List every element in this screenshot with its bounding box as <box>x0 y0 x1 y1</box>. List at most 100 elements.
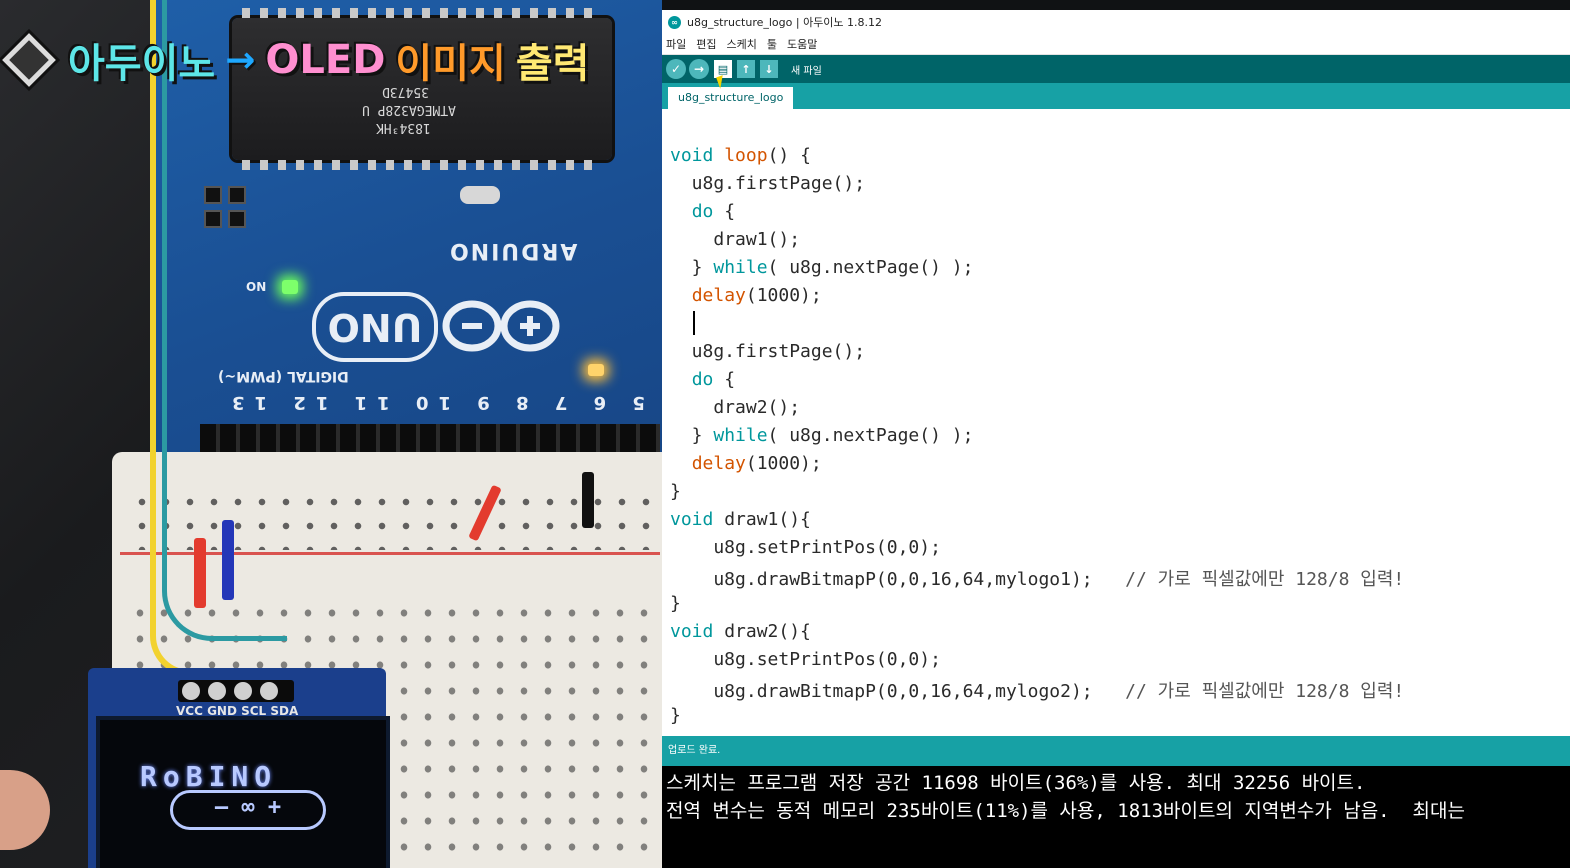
status-bar: 업로드 완료. <box>662 736 1570 766</box>
menu-tools[interactable]: 툴 <box>767 36 777 52</box>
arduino-ide-window: ∞ u8g_structure_logo | 아두이노 1.8.12 파일 편집… <box>662 10 1570 868</box>
crystal <box>460 186 500 204</box>
menu-help[interactable]: 도움말 <box>787 36 817 52</box>
save-icon: ↓ <box>764 62 774 76</box>
code-line[interactable]: u8g.firstPage(); <box>670 341 865 369</box>
code-token: loop <box>724 145 768 166</box>
code-token: u8g.firstPage(); <box>670 341 866 362</box>
code-token: draw1(){ <box>724 509 811 530</box>
yellow-wire <box>150 0 196 676</box>
title-bar: ∞ u8g_structure_logo | 아두이노 1.8.12 <box>662 10 1570 34</box>
code-line[interactable]: do { <box>670 369 735 397</box>
chip-label-2: ATMEGA328P U <box>362 102 456 117</box>
code-token: void <box>670 145 714 166</box>
code-token: } <box>670 593 681 614</box>
code-token: u8g.setPrintPos(0,0); <box>670 537 941 558</box>
menu-sketch[interactable]: 스케치 <box>727 36 757 52</box>
code-line[interactable]: draw2(); <box>670 397 800 425</box>
code-token: // 가로 픽셀값에만 128/8 입력! <box>1092 681 1405 702</box>
title-output: 출력 <box>515 41 590 87</box>
code-token: ( u8g.nextPage() ); <box>767 257 974 278</box>
code-token: { <box>713 369 736 390</box>
uno-logo: UNO <box>312 292 438 362</box>
black-wire <box>582 472 594 528</box>
code-line[interactable]: u8g.setPrintPos(0,0); <box>670 649 941 677</box>
code-token: u8g.drawBitmapP(0,0,16,64,mylogo1); <box>670 569 1093 590</box>
menu-edit[interactable]: 편집 <box>696 36 716 52</box>
code-editor[interactable]: void loop() { u8g.firstPage(); do { draw… <box>662 110 1570 736</box>
code-token: u8g.firstPage(); <box>670 173 866 194</box>
menu-bar: 파일 편집 스케치 툴 도움말 <box>662 34 1570 55</box>
code-token: while <box>713 425 768 446</box>
arduino-app-icon: ∞ <box>668 15 681 29</box>
console-line: 스케치는 프로그램 저장 공간 11698 바이트(36%)를 사용. 최대 3… <box>666 772 1366 794</box>
save-button[interactable]: ↓ <box>760 60 778 78</box>
code-token: do <box>691 201 714 222</box>
code-token: } <box>670 425 714 446</box>
console-line: 전역 변수는 동적 메모리 235바이트(11%)를 사용, 1813바이트의 … <box>666 800 1465 822</box>
code-token: u8g.setPrintPos(0,0); <box>670 649 941 670</box>
code-token: do <box>691 369 714 390</box>
output-console: 스케치는 프로그램 저장 공간 11698 바이트(36%)를 사용. 최대 3… <box>662 766 1570 868</box>
finger <box>0 770 50 850</box>
open-icon: ↑ <box>741 62 751 76</box>
red-wire <box>194 538 206 608</box>
toolbar-hint: 새 파일 <box>791 65 822 77</box>
oled-logo-symbol: — ∞ + <box>170 790 326 830</box>
menu-file[interactable]: 파일 <box>666 36 686 52</box>
diamond-icon <box>2 33 56 87</box>
open-button[interactable]: ↑ <box>737 60 755 78</box>
code-line[interactable]: u8g.firstPage(); <box>670 173 865 201</box>
tab-bar: u8g_structure_logo <box>662 83 1570 109</box>
oled-logo-text: RoBINO <box>140 760 278 793</box>
title-arduino: 아두이노 <box>68 41 216 87</box>
code-token: // 가로 픽셀값에만 128/8 입력! <box>1092 569 1405 590</box>
infinity-logo-icon <box>442 300 560 352</box>
video-title: 아두이노 → OLED 이미지 출력 <box>2 30 590 90</box>
code-line[interactable]: u8g.drawBitmapP(0,0,16,64,mylogo2); // 가… <box>670 677 1404 705</box>
code-token: draw1(); <box>670 229 801 250</box>
code-token: draw2(); <box>670 397 801 418</box>
code-line[interactable]: void draw2(){ <box>670 621 811 649</box>
code-line[interactable]: void draw1(){ <box>670 509 811 537</box>
code-line[interactable]: delay(1000); <box>670 453 822 481</box>
code-token: void <box>670 509 714 530</box>
chip-label-3: 1834³HK <box>376 120 431 135</box>
l-led <box>588 364 604 376</box>
code-line[interactable]: void loop() { <box>670 145 811 173</box>
code-token: draw2(){ <box>724 621 811 642</box>
code-line[interactable]: } while( u8g.nextPage() ); <box>670 425 974 453</box>
code-line[interactable]: } <box>670 705 681 733</box>
text-caret <box>693 311 695 335</box>
upload-button[interactable]: → <box>689 59 709 79</box>
verify-button[interactable]: ✓ <box>666 59 686 79</box>
arduino-text: ARDUINO <box>448 238 578 263</box>
code-token: } <box>670 705 681 726</box>
title-image: 이미지 <box>395 41 506 87</box>
code-line[interactable]: } <box>670 593 681 621</box>
code-line[interactable]: delay(1000); <box>670 285 822 313</box>
code-line[interactable]: do { <box>670 201 735 229</box>
arrow-icon: → <box>225 39 256 81</box>
code-line[interactable]: u8g.drawBitmapP(0,0,16,64,mylogo1); // 가… <box>670 565 1404 593</box>
new-file-icon: ▤ <box>717 62 729 76</box>
code-token: ( u8g.nextPage() ); <box>767 425 974 446</box>
code-line[interactable]: } <box>670 481 681 509</box>
code-line[interactable]: draw1(); <box>670 229 800 257</box>
arduino-photo: 35473D ATMEGA328P U 1834³HK ARDUINO UNO … <box>0 0 662 868</box>
tab-sketch[interactable]: u8g_structure_logo <box>668 87 794 109</box>
code-token: } <box>670 481 681 502</box>
code-line[interactable]: } while( u8g.nextPage() ); <box>670 257 974 285</box>
check-icon: ✓ <box>670 62 682 76</box>
code-token: (1000); <box>745 285 822 306</box>
code-line[interactable]: u8g.setPrintPos(0,0); <box>670 537 941 565</box>
title-oled: OLED <box>265 37 386 83</box>
code-token: void <box>670 621 714 642</box>
code-token: u8g.drawBitmapP(0,0,16,64,mylogo2); <box>670 681 1093 702</box>
